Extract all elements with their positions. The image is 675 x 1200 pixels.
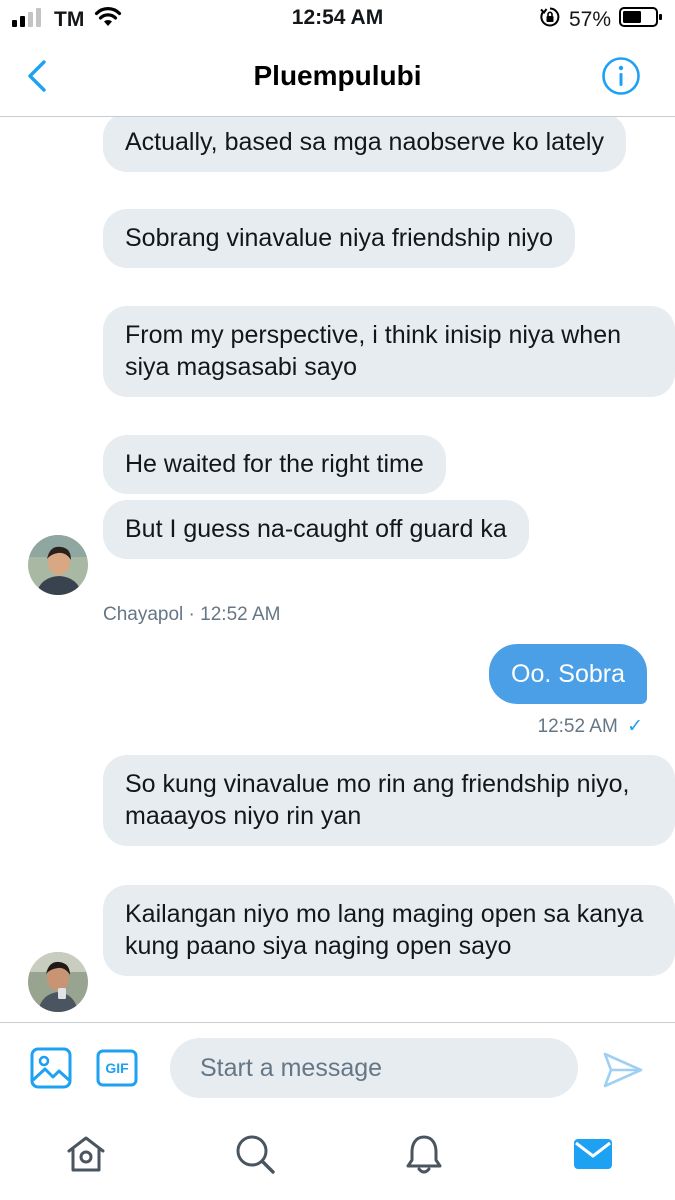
add-photo-button[interactable] bbox=[30, 1047, 72, 1089]
incoming-message[interactable]: So kung vinavalue mo rin ang friendship … bbox=[103, 755, 675, 846]
sender-avatar[interactable] bbox=[28, 535, 88, 595]
incoming-message[interactable]: Actually, based sa mga naobserve ko late… bbox=[103, 117, 626, 172]
messages-envelope-icon bbox=[574, 1139, 612, 1169]
outgoing-timestamp: 12:52 AM ✓ bbox=[538, 715, 643, 738]
send-button[interactable] bbox=[602, 1049, 644, 1091]
outgoing-time: 12:52 AM bbox=[537, 716, 618, 737]
notifications-bell-icon bbox=[406, 1135, 442, 1174]
tab-home[interactable] bbox=[64, 1132, 108, 1176]
outgoing-message[interactable]: Oo. Sobra bbox=[489, 644, 647, 704]
tab-messages[interactable] bbox=[571, 1132, 615, 1176]
search-icon bbox=[236, 1135, 275, 1174]
incoming-message[interactable]: From my perspective, i think inisip niya… bbox=[103, 306, 675, 397]
incoming-message[interactable]: Kailangan niyo mo lang maging open sa ka… bbox=[103, 885, 675, 976]
battery-icon bbox=[619, 6, 663, 33]
tab-notifications[interactable] bbox=[402, 1132, 446, 1176]
send-icon bbox=[603, 1052, 643, 1088]
status-right: 57% bbox=[539, 6, 663, 33]
incoming-message[interactable]: But I guess na-caught off guard ka bbox=[103, 500, 529, 559]
conversation-header: Pluempulubi bbox=[0, 38, 675, 117]
message-list[interactable]: Actually, based sa mga naobserve ko late… bbox=[0, 117, 675, 1022]
battery-percent: 57% bbox=[568, 7, 611, 31]
add-gif-button[interactable]: GIF bbox=[96, 1049, 138, 1087]
avatar-photo bbox=[28, 535, 88, 595]
message-input[interactable] bbox=[170, 1038, 578, 1098]
home-icon bbox=[67, 1136, 105, 1172]
incoming-message[interactable]: Sobrang vinavalue niya friendship niyo bbox=[103, 209, 576, 268]
gif-label: GIF bbox=[105, 1060, 129, 1076]
conversation-info-button[interactable] bbox=[601, 56, 641, 96]
avatar-photo bbox=[28, 952, 88, 1012]
dm-conversation-screen: TM 12:54 AM 57% Pluempulubi Actually, ba… bbox=[0, 0, 675, 1200]
read-check-icon: ✓ bbox=[627, 716, 643, 737]
message-composer: GIF bbox=[0, 1022, 675, 1115]
sender-timestamp: Chayapol · 12:52 AM bbox=[103, 604, 281, 625]
sender-avatar[interactable] bbox=[28, 952, 88, 1012]
info-icon bbox=[602, 57, 640, 95]
incoming-message[interactable]: He waited for the right time bbox=[103, 435, 446, 494]
tab-search[interactable] bbox=[233, 1132, 277, 1176]
orientation-lock-icon bbox=[539, 6, 561, 33]
image-icon bbox=[30, 1047, 72, 1089]
bottom-tab-bar bbox=[0, 1114, 675, 1200]
conversation-title[interactable]: Pluempulubi bbox=[0, 60, 675, 92]
status-bar: TM 12:54 AM 57% bbox=[0, 0, 675, 38]
